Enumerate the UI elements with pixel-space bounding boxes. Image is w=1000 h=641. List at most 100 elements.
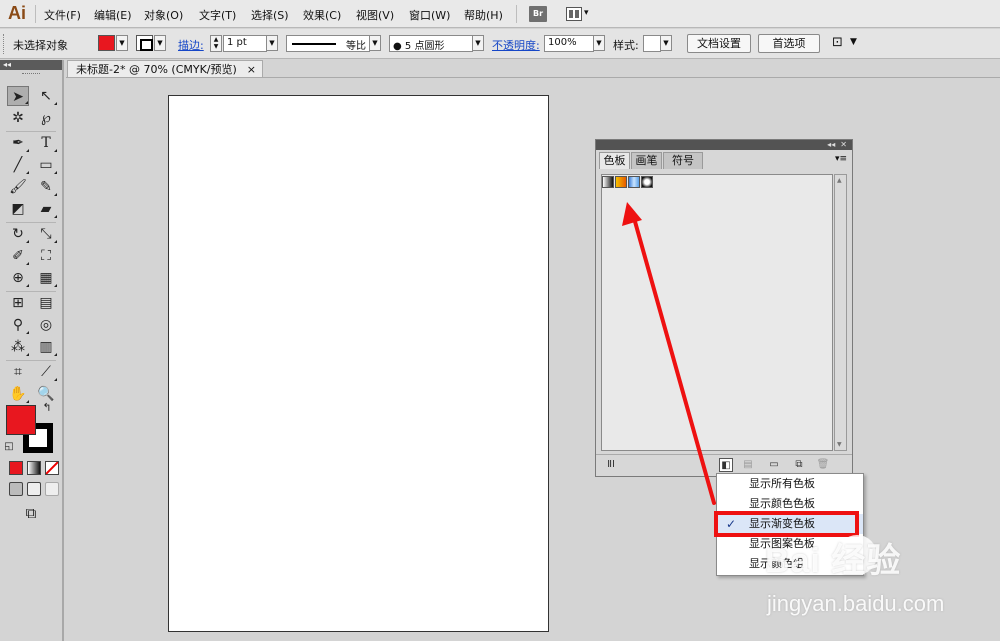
paintbrush-tool-icon[interactable]: 🖌 <box>7 177 29 197</box>
rotate-tool-icon[interactable]: ↻ <box>7 224 29 244</box>
direct-selection-tool-icon[interactable]: ↖ <box>35 86 57 106</box>
opacity-dropdown-icon[interactable]: ▼ <box>593 35 605 51</box>
menu-window[interactable]: 窗口(W) <box>409 7 450 23</box>
menu-object[interactable]: 对象(O) <box>144 7 183 23</box>
rectangle-tool-icon[interactable]: ▭ <box>35 155 57 175</box>
stroke-weight-stepper[interactable]: ▲ ▼ <box>210 35 222 52</box>
brush-definition-field[interactable]: ● 5 点圆形 <box>389 35 473 52</box>
slice-tool-icon[interactable]: ⟋ <box>35 362 57 382</box>
gradient-tool-icon[interactable]: ▤ <box>35 293 57 313</box>
eyedropper-tool-icon[interactable]: ⚲ <box>7 315 29 335</box>
gradient-swatch[interactable] <box>615 176 627 188</box>
collapse-panel-icon[interactable]: ◂◂ <box>0 60 62 70</box>
menu-effect[interactable]: 效果(C) <box>303 7 341 23</box>
pencil-tool-icon[interactable]: ✎ <box>35 177 57 197</box>
workspace-switcher-icon[interactable] <box>566 7 582 21</box>
tools-panel: ◂◂ ➤ ↖ ✲ ℘ ✒ T ╱ ▭ 🖌 ✎ ◩ ▰ ↻ ⤡ ✐ ⛶ ⊕ ▦ ⊞… <box>0 60 64 641</box>
symbol-sprayer-tool-icon[interactable]: ⁂ <box>7 337 29 357</box>
stroke-weight-dropdown-icon[interactable]: ▼ <box>266 35 278 51</box>
grip-handle[interactable] <box>3 34 6 54</box>
baidu-watermark: Bai 经验 jingyan.baidu.com <box>765 533 1000 633</box>
tab-symbols[interactable]: 符号 <box>663 152 703 169</box>
tool-separator <box>6 222 56 223</box>
fill-color-swatch[interactable] <box>98 35 115 51</box>
hand-tool-icon[interactable]: ✋ <box>7 384 29 404</box>
document-setup-button[interactable]: 文档设置 <box>687 34 751 53</box>
menu-help[interactable]: 帮助(H) <box>464 7 503 23</box>
width-tool-icon[interactable]: ✐ <box>7 246 29 266</box>
panel-header[interactable]: ◂◂ ✕ <box>596 140 852 150</box>
screen-mode-icon[interactable]: ⧉ <box>20 503 42 523</box>
free-transform-tool-icon[interactable]: ⛶ <box>35 246 57 266</box>
lasso-tool-icon[interactable]: ℘ <box>35 108 57 128</box>
swatch-list[interactable] <box>601 174 833 451</box>
swatch-options-icon[interactable]: ▤ <box>741 458 755 472</box>
artboard-tool-icon[interactable]: ⌗ <box>7 362 29 382</box>
tab-brushes[interactable]: 画笔 <box>631 152 662 169</box>
menu-edit[interactable]: 编辑(E) <box>94 7 132 23</box>
artboard[interactable] <box>168 95 549 632</box>
stroke-dropdown-icon[interactable]: ▼ <box>154 35 166 51</box>
perspective-grid-tool-icon[interactable]: ▦ <box>35 268 57 288</box>
gradient-mode-icon[interactable] <box>27 461 41 475</box>
stroke-panel-link[interactable]: 描边: <box>178 37 204 53</box>
opacity-field[interactable]: 100% <box>544 35 594 52</box>
fill-dropdown-icon[interactable]: ▼ <box>116 35 128 51</box>
menu-item-show-all-swatches[interactable]: 显示所有色板 <box>717 474 863 494</box>
scroll-up-icon[interactable]: ▲ <box>837 177 842 184</box>
stroke-color-swatch[interactable] <box>136 35 153 51</box>
pen-tool-icon[interactable]: ✒ <box>7 133 29 153</box>
style-dropdown-icon[interactable]: ▼ <box>660 35 672 51</box>
opacity-panel-link[interactable]: 不透明度: <box>492 37 540 53</box>
draw-inside-icon[interactable] <box>45 482 59 496</box>
eraser-tool-icon[interactable]: ▰ <box>35 199 57 219</box>
blend-tool-icon[interactable]: ◎ <box>35 315 57 335</box>
fill-color-box[interactable] <box>6 405 36 435</box>
scroll-down-icon[interactable]: ▼ <box>837 441 842 448</box>
blob-brush-tool-icon[interactable]: ◩ <box>7 199 29 219</box>
swatch-scrollbar[interactable]: ▲ ▼ <box>834 174 847 451</box>
new-color-group-icon[interactable]: ▭ <box>767 458 781 472</box>
chevron-down-icon[interactable]: ▾ <box>584 8 589 18</box>
control-bar: 未选择对象 ▼ ▼ 描边: ▲ ▼ 1 pt ▼ 等比 ▼ ● 5 点圆形 ▼ 不… <box>0 29 1000 59</box>
gradient-swatch[interactable] <box>641 176 653 188</box>
draw-behind-icon[interactable] <box>27 482 41 496</box>
menu-view[interactable]: 视图(V) <box>356 7 394 23</box>
gradient-swatch[interactable] <box>628 176 640 188</box>
panel-menu-icon[interactable]: ▾≡ <box>835 154 847 164</box>
grip-handle[interactable] <box>22 73 40 75</box>
gradient-swatch[interactable] <box>602 176 614 188</box>
close-icon[interactable]: × <box>247 61 256 78</box>
tab-swatches[interactable]: 色板 <box>599 152 630 169</box>
stroke-weight-field[interactable]: 1 pt <box>223 35 267 52</box>
none-mode-icon[interactable] <box>45 461 59 475</box>
swatch-libraries-icon[interactable]: ⅡⅠ <box>604 458 618 472</box>
new-swatch-icon[interactable]: ⧉ <box>792 458 806 472</box>
chevron-down-icon[interactable]: ▼ <box>850 37 857 47</box>
menu-select[interactable]: 选择(S) <box>251 7 289 23</box>
column-graph-tool-icon[interactable]: ▥ <box>35 337 57 357</box>
selection-tool-icon[interactable]: ➤ <box>7 86 29 106</box>
scale-tool-icon[interactable]: ⤡ <box>35 224 57 244</box>
draw-normal-icon[interactable] <box>9 482 23 496</box>
arrange-icon[interactable]: ⊡ <box>832 35 843 50</box>
graphic-style-swatch[interactable] <box>643 35 661 52</box>
brush-dropdown-icon[interactable]: ▼ <box>472 35 484 51</box>
type-tool-icon[interactable]: T <box>35 133 57 153</box>
bridge-icon[interactable]: Br <box>529 6 547 22</box>
delete-swatch-icon[interactable]: 🗑 <box>816 458 830 472</box>
swap-fill-stroke-icon[interactable]: ↰ <box>40 401 54 415</box>
mesh-tool-icon[interactable]: ⊞ <box>7 293 29 313</box>
shape-builder-tool-icon[interactable]: ⊕ <box>7 268 29 288</box>
default-fill-stroke-icon[interactable]: ◱ <box>2 440 16 454</box>
show-swatch-kinds-icon[interactable]: ◧ <box>719 458 733 472</box>
menu-type[interactable]: 文字(T) <box>199 7 236 23</box>
color-mode-icon[interactable] <box>9 461 23 475</box>
style-label: 样式: <box>613 39 639 52</box>
menu-file[interactable]: 文件(F) <box>44 7 81 23</box>
line-tool-icon[interactable]: ╱ <box>7 155 29 175</box>
preferences-button[interactable]: 首选项 <box>758 34 820 53</box>
magic-wand-tool-icon[interactable]: ✲ <box>7 108 29 128</box>
stroke-profile-dropdown-icon[interactable]: ▼ <box>369 35 381 51</box>
document-tab[interactable]: 未标题-2* @ 70% (CMYK/预览) × <box>67 60 263 78</box>
